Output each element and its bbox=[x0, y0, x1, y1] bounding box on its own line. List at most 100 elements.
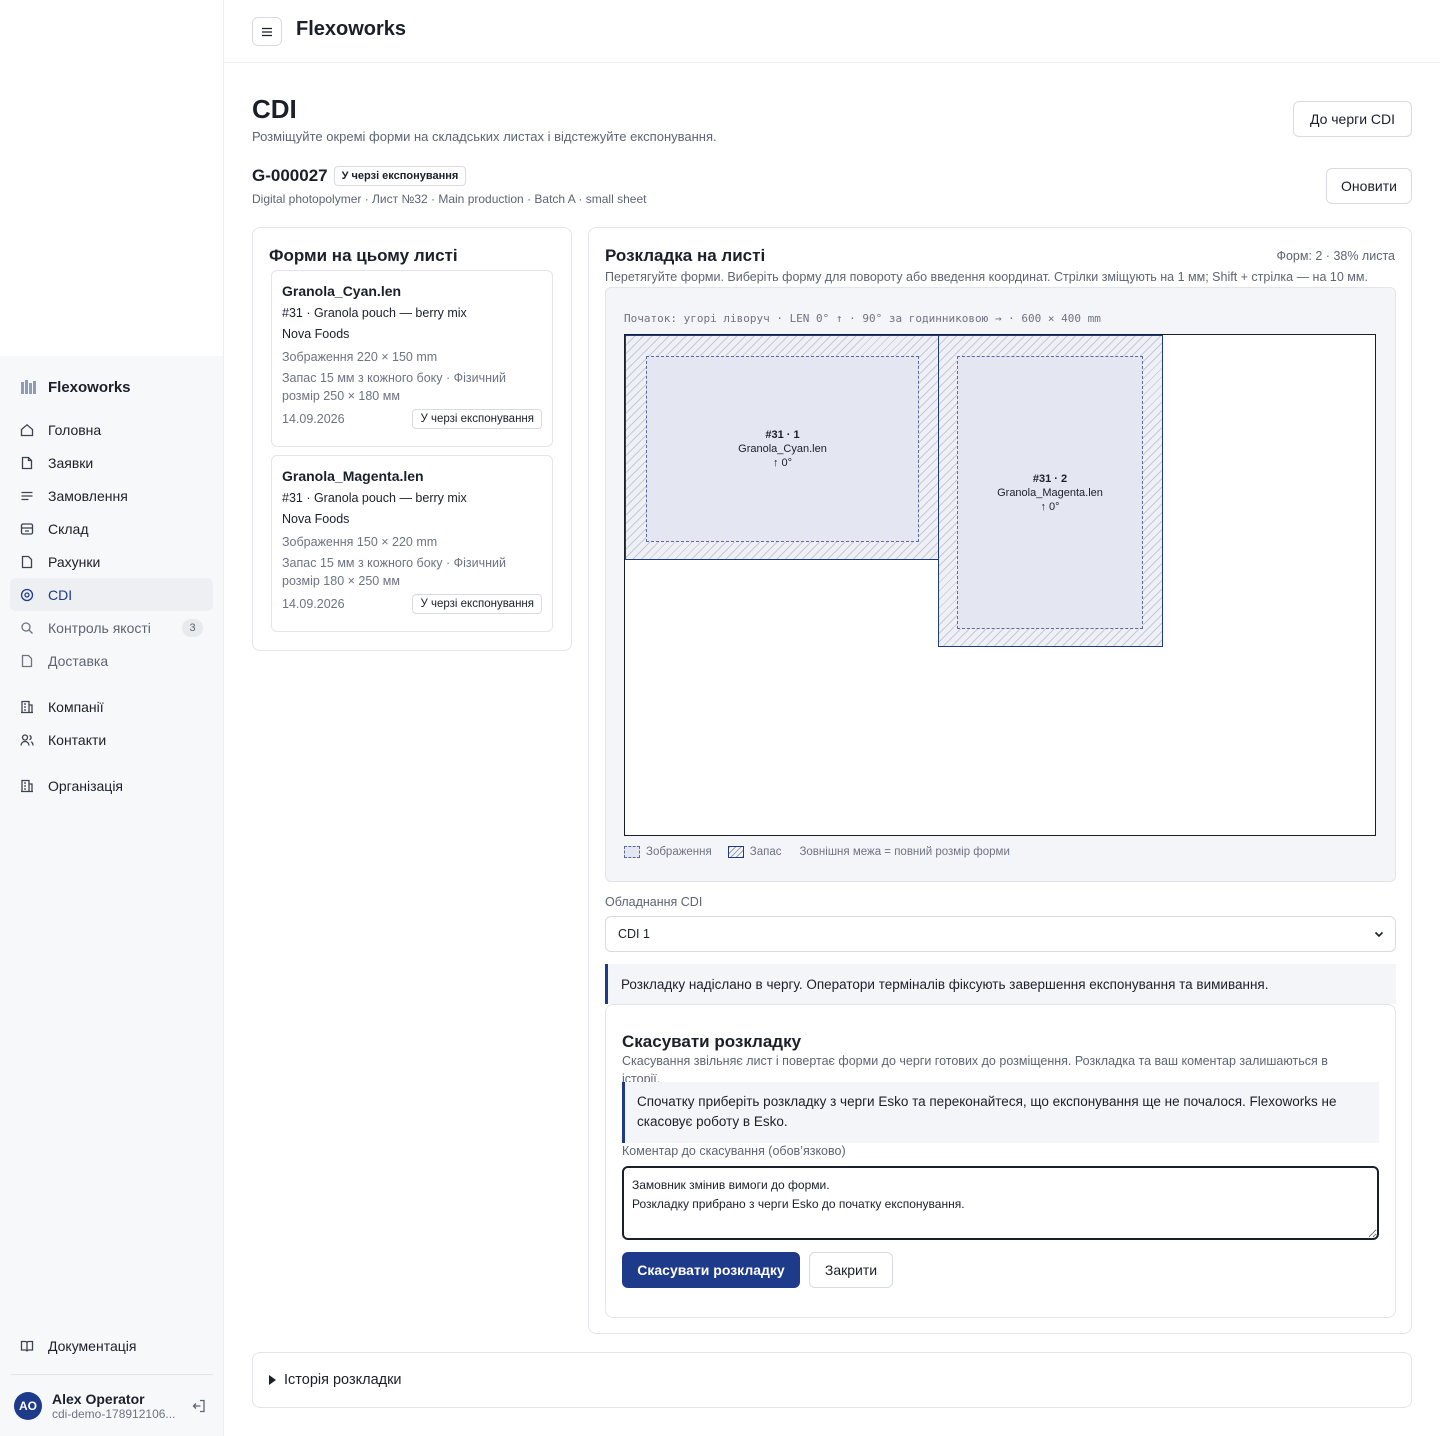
sidebar-item-invoices[interactable]: Рахунки bbox=[10, 545, 213, 578]
legend-image-label: Зображення bbox=[646, 846, 712, 858]
triangle-right-icon bbox=[269, 1375, 276, 1385]
cancel-layout-button[interactable]: Скасувати розкладку bbox=[622, 1252, 800, 1288]
sheet-id: G-000027 bbox=[252, 166, 328, 185]
plate-rotation: ↑ 0° bbox=[1040, 500, 1060, 513]
sidebar: Flexoworks Головна Заявки Замовлення Скл… bbox=[0, 0, 224, 1436]
sidebar-item-requests[interactable]: Заявки bbox=[10, 446, 213, 479]
quality-count-badge: 3 bbox=[182, 618, 203, 637]
sidebar-item-companies[interactable]: Компанії bbox=[10, 690, 213, 723]
sidebar-item-contacts[interactable]: Контакти bbox=[10, 723, 213, 756]
cancel-layout-panel: Скасувати розкладку Скасування звільняє … bbox=[605, 1004, 1396, 1318]
plate-number: #31 · 2 bbox=[1032, 472, 1068, 485]
forms-on-sheet-card: Форми на цьому листі Granola_Cyan.len #3… bbox=[252, 227, 572, 651]
org-icon bbox=[20, 779, 34, 793]
building-icon bbox=[20, 700, 34, 714]
legend-margin-swatch bbox=[727, 846, 744, 858]
sidebar-item-cdi[interactable]: CDI bbox=[10, 578, 213, 611]
sidebar-nav-docs: Документація bbox=[10, 1329, 213, 1362]
sheet-meta: Digital photopolymer · Лист №32 · Main p… bbox=[252, 192, 647, 206]
form-image-size: Зображення 150 × 220 mm bbox=[282, 535, 438, 549]
form-status-badge: У черзі експонування bbox=[412, 594, 542, 614]
chevron-down-icon bbox=[1374, 931, 1384, 938]
sidebar-item-quality-control[interactable]: Контроль якості 3 bbox=[10, 611, 213, 644]
sidebar-item-label: Організація bbox=[48, 777, 124, 794]
user-name: Alex Operator bbox=[52, 1390, 145, 1407]
list-icon bbox=[20, 489, 34, 503]
form-date: 14.09.2026 bbox=[282, 597, 345, 611]
cancel-title: Скасувати розкладку bbox=[622, 1032, 802, 1051]
sidebar-item-documentation[interactable]: Документація bbox=[10, 1329, 213, 1362]
sidebar-item-organization[interactable]: Організація bbox=[10, 769, 213, 802]
history-label: Історія розкладки bbox=[284, 1372, 402, 1388]
form-date: 14.09.2026 bbox=[282, 412, 345, 426]
sidebar-item-label: Доставка bbox=[48, 652, 109, 669]
legend-image-swatch bbox=[624, 846, 640, 858]
plate-image-area: #31 · 2 Granola_Magenta.len ↑ 0° bbox=[957, 356, 1143, 629]
sidebar-nav-main: Головна Заявки Замовлення Склад Рахунки … bbox=[10, 413, 213, 677]
brand-name: Flexoworks bbox=[48, 378, 131, 396]
layout-card-title: Розкладка на листі bbox=[605, 246, 766, 265]
user-info: Alex Operator cdi-demo-178912106... bbox=[52, 1391, 175, 1421]
sidebar-nav-org: Організація bbox=[10, 769, 213, 802]
sidebar-item-orders[interactable]: Замовлення bbox=[10, 479, 213, 512]
user-profile[interactable]: AO Alex Operator cdi-demo-178912106... bbox=[10, 1374, 213, 1436]
equipment-select[interactable]: CDI 1 bbox=[605, 916, 1396, 952]
form-name: Granola_Cyan.len bbox=[282, 283, 402, 299]
layout-stat: Форм: 2 · 38% листа bbox=[1276, 249, 1395, 263]
cancel-comment-field[interactable]: Замовник змінив вимоги до форми. Розклад… bbox=[622, 1166, 1379, 1240]
form-footer: 14.09.2026 У черзі експонування bbox=[282, 594, 542, 614]
plate-image-area: #31 · 1 Granola_Cyan.len ↑ 0° bbox=[646, 356, 919, 542]
form-item[interactable]: Granola_Magenta.len #31 · Granola pouch … bbox=[271, 455, 553, 632]
search-icon bbox=[20, 621, 34, 635]
form-status-badge: У черзі експонування bbox=[412, 409, 542, 429]
equipment-selected-value: CDI 1 bbox=[618, 927, 650, 941]
cdi-queue-button[interactable]: До черги CDI bbox=[1293, 101, 1412, 137]
document-icon bbox=[20, 456, 34, 470]
sidebar-item-label: Заявки bbox=[48, 454, 94, 471]
truck-icon bbox=[20, 654, 34, 668]
queue-notice: Розкладку надіслано в чергу. Оператори т… bbox=[605, 964, 1396, 1004]
topbar-title: Flexoworks bbox=[296, 18, 407, 40]
plate-name: Granola_Cyan.len bbox=[738, 443, 827, 455]
plate-2[interactable]: #31 · 2 Granola_Magenta.len ↑ 0° bbox=[938, 335, 1163, 647]
sidebar-item-home[interactable]: Головна bbox=[10, 413, 213, 446]
layout-canvas: Початок: угорі ліворуч · LEN 0° ↑ · 90° … bbox=[605, 287, 1396, 882]
avatar: AO bbox=[14, 1391, 42, 1420]
warehouse-icon bbox=[20, 522, 34, 536]
layout-history-toggle[interactable]: Історія розкладки bbox=[252, 1352, 1412, 1408]
users-icon bbox=[20, 733, 34, 747]
form-client: Nova Foods bbox=[282, 327, 350, 341]
sidebar-brand[interactable]: Flexoworks bbox=[20, 378, 131, 396]
menu-toggle-button[interactable] bbox=[252, 17, 282, 46]
logo-icon bbox=[21, 380, 36, 394]
sidebar-item-warehouse[interactable]: Склад bbox=[10, 512, 213, 545]
refresh-button[interactable]: Оновити bbox=[1326, 168, 1412, 204]
form-image-size: Зображення 220 × 150 mm bbox=[282, 350, 438, 364]
home-icon bbox=[20, 423, 34, 437]
plate-1[interactable]: #31 · 1 Granola_Cyan.len ↑ 0° bbox=[625, 335, 939, 560]
sidebar-top bbox=[0, 0, 223, 356]
form-margin: Запас 15 мм з кожного боку · Фізичний ро… bbox=[282, 556, 506, 588]
close-button[interactable]: Закрити bbox=[809, 1252, 893, 1288]
sheet-layout-card: Розкладка на листі Форм: 2 · 38% листа П… bbox=[588, 227, 1412, 1334]
canvas-caption: Початок: угорі ліворуч · LEN 0° ↑ · 90° … bbox=[624, 312, 1101, 325]
sidebar-item-delivery[interactable]: Доставка bbox=[10, 644, 213, 677]
layout-legend: Зображення Запас Зовнішня межа = повний … bbox=[624, 846, 1010, 858]
sidebar-item-label: Контроль якості bbox=[48, 619, 151, 636]
form-item[interactable]: Granola_Cyan.len #31 · Granola pouch — b… bbox=[271, 270, 553, 447]
forms-card-title: Форми на цьому листі bbox=[269, 246, 458, 265]
sidebar-item-label: Документація bbox=[48, 1337, 137, 1354]
logout-icon[interactable] bbox=[191, 1398, 207, 1414]
form-footer: 14.09.2026 У черзі експонування bbox=[282, 409, 542, 429]
esko-warning: Спочатку приберіть розкладку з черги Esk… bbox=[622, 1082, 1379, 1143]
topbar: Flexoworks bbox=[224, 0, 1440, 63]
invoice-icon bbox=[20, 555, 34, 569]
form-client: Nova Foods bbox=[282, 512, 350, 526]
layout-hint: Перетягуйте форми. Виберіть форму для по… bbox=[605, 270, 1368, 284]
form-name: Granola_Magenta.len bbox=[282, 468, 424, 484]
hamburger-icon bbox=[262, 27, 272, 36]
form-margin: Запас 15 мм з кожного боку · Фізичний ро… bbox=[282, 371, 506, 403]
legend-margin-label: Запас bbox=[749, 846, 782, 858]
target-icon bbox=[20, 588, 34, 602]
sidebar-item-label: Рахунки bbox=[48, 553, 101, 570]
